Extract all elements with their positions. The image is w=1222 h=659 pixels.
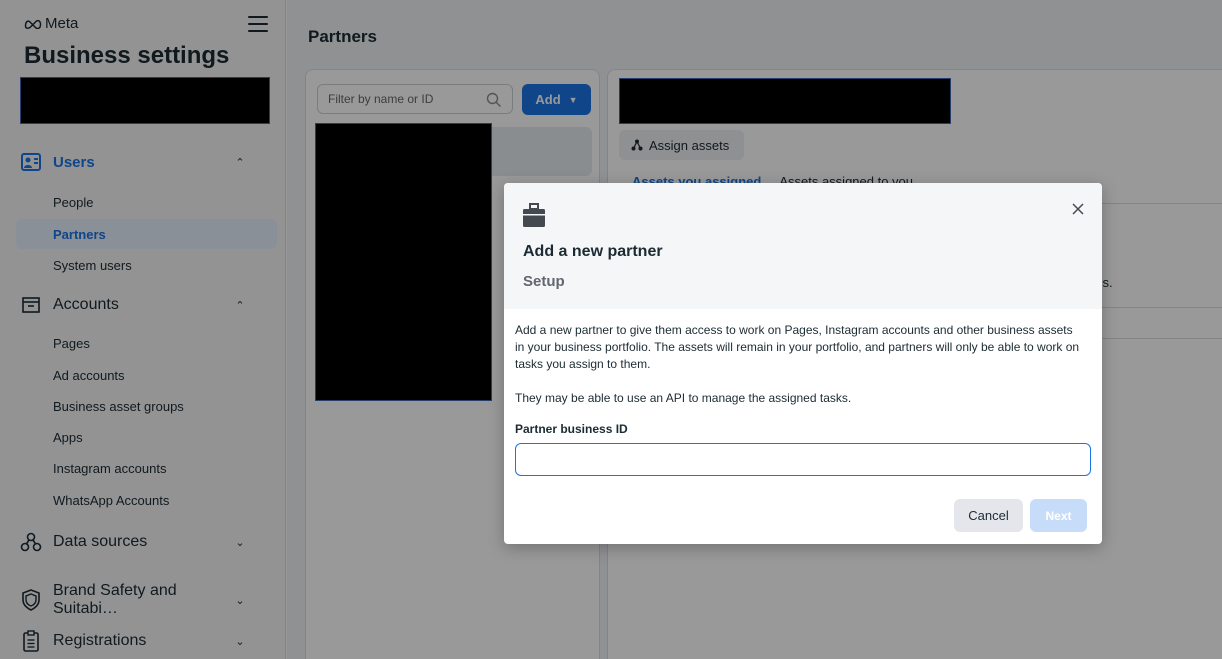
dialog-api-note: They may be able to use an API to manage… xyxy=(515,391,852,405)
cancel-button[interactable]: Cancel xyxy=(954,499,1023,532)
close-icon[interactable] xyxy=(1070,201,1086,217)
next-button[interactable]: Next xyxy=(1030,499,1087,532)
briefcase-icon xyxy=(523,203,545,227)
partner-business-id-input[interactable] xyxy=(515,443,1091,476)
partner-business-id-label: Partner business ID xyxy=(515,422,628,436)
dialog-title: Add a new partner xyxy=(523,243,663,260)
dialog-description: Add a new partner to give them access to… xyxy=(515,323,1080,371)
dialog-subtitle: Setup xyxy=(523,273,565,290)
add-partner-dialog: Add a new partner Setup Add a new partne… xyxy=(504,183,1102,544)
dialog-header: Add a new partner Setup xyxy=(504,183,1102,309)
